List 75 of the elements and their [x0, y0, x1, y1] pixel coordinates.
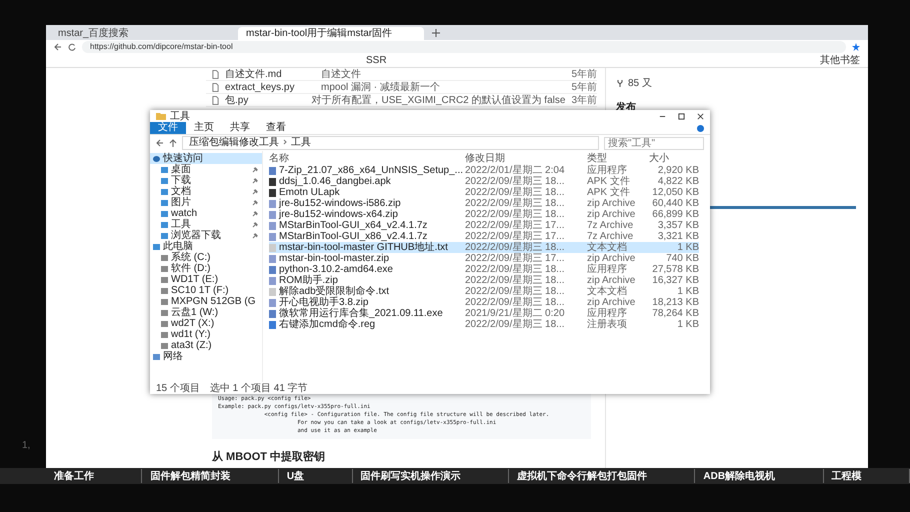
nav-item[interactable]: SC10 1T (F:) — [150, 285, 262, 296]
nav-item[interactable]: wd2T (X:) — [150, 318, 262, 329]
search-field[interactable]: 搜索"工具" — [604, 136, 704, 150]
browser-tab[interactable]: mstar-bin-tool用于编辑mstar固件 — [238, 27, 424, 40]
nav-item[interactable]: 下载 — [150, 175, 262, 186]
nav-item[interactable]: ata3t (Z:) — [150, 340, 262, 351]
file-row[interactable]: jre-8u152-windows-x64.zip 2022/2/09/星期三 18... zip Archive 66,899 KB — [269, 209, 699, 220]
nav-item[interactable]: 云盘1 (W:) — [150, 307, 262, 318]
nav-item[interactable]: wd1t (Y:) — [150, 329, 262, 340]
nav-item[interactable]: watch — [150, 208, 262, 219]
file-row[interactable]: 7-Zip_21.07_x86_x64_UnNSIS_Setup_... 2022/2/01/星期二 2:04 应用程序 2,920 KB — [269, 165, 699, 176]
maximize-icon[interactable] — [678, 112, 685, 120]
file-row[interactable]: 解除adb受限限制命令.txt 2022/2/09/星期三 18... 文本文档 1 KB — [269, 286, 699, 297]
ribbon-tab[interactable]: 查看 — [258, 122, 294, 134]
file-row[interactable]: mstar-bin-tool-master GITHUB地址.txt 2022/2/09/星期三 18... 文本文档 1 KB — [269, 242, 699, 253]
window-title: 工具 — [170, 110, 190, 122]
file-link[interactable]: extract_keys.py — [225, 82, 315, 92]
commit-message[interactable]: 自述文件 — [321, 67, 566, 81]
nav-item[interactable]: WD1T (E:) — [150, 274, 262, 285]
file-row[interactable]: 微软常用运行库合集_2021.09.11.exe 2021/9/21/星期二 0:20 应用程序 78,264 KB — [269, 308, 699, 319]
file-row[interactable]: ddsj_1.0.46_dangbei.apk 2022/2/09/星期三 18... APK 文件 4,822 KB — [269, 176, 699, 187]
commit-age: 5年前 — [571, 81, 597, 94]
bookmark[interactable]: SSR — [366, 54, 387, 66]
help-icon[interactable] — [697, 124, 704, 132]
column-header[interactable]: 名称 — [269, 151, 465, 165]
viewer-count: 1, — [22, 440, 30, 451]
file-menu-button[interactable]: 文件 — [150, 122, 186, 134]
column-header[interactable]: 类型 — [587, 151, 649, 165]
up-arrow-icon[interactable] — [169, 139, 177, 147]
star-icon[interactable] — [852, 43, 860, 51]
column-header[interactable]: 大小 — [649, 151, 699, 165]
nav-item[interactable]: 网络 — [150, 351, 262, 362]
commit-message[interactable]: mpool 漏洞 · 减绩最新一个 — [321, 80, 566, 94]
file-row[interactable]: jre-8u152-windows-i586.zip 2022/2/09/星期三 18... zip Archive 60,440 KB — [269, 198, 699, 209]
file-row[interactable]: ROM助手.zip 2022/2/09/星期三 18... zip Archive 16,327 KB — [269, 275, 699, 286]
file-row[interactable]: python-3.10.2-amd64.exe 2022/2/09/星期三 18... 应用程序 27,578 KB — [269, 264, 699, 275]
close-icon[interactable] — [697, 112, 704, 120]
ribbon-tab[interactable]: 主页 — [186, 122, 222, 134]
ribbon-tab[interactable]: 共享 — [222, 122, 258, 134]
back-arrow-icon[interactable] — [156, 139, 164, 147]
file-row[interactable]: Emotn ULapk 2022/2/09/星期三 18... APK 文件 12,050 KB — [269, 187, 699, 198]
file-link[interactable]: 自述文件.md — [225, 67, 315, 81]
commit-message[interactable]: 对于所有配置，USE_XGIMI_CRC2 的默认值设置为 false — [312, 93, 566, 107]
bookmark-folder[interactable]: 其他书签 — [820, 54, 860, 66]
column-header[interactable]: 修改日期 — [465, 151, 587, 165]
commit-age: 5年前 — [571, 68, 597, 81]
file-row[interactable]: MStarBinTool-GUI_x64_v2.4.1.7z 2022/2/09/星期三 17... 7z Archive 3,357 KB — [269, 220, 699, 231]
file-row[interactable]: 开心电视助手3.8.zip 2022/2/09/星期三 18... zip Archive 18,213 KB — [269, 297, 699, 308]
item-count: 15 个项目 — [156, 382, 200, 395]
chevron-icon — [283, 139, 287, 145]
file-link[interactable]: 包.py — [225, 93, 306, 107]
back-arrow-icon[interactable] — [54, 43, 62, 51]
nav-item[interactable]: 软件 (D:) — [150, 263, 262, 274]
fork-count[interactable]: 85 又 — [628, 76, 652, 90]
new-tab-icon[interactable] — [432, 29, 440, 37]
file-row[interactable]: 右键添加cmd命令.reg 2022/2/09/星期三 18... 注册表项 1 KB — [269, 319, 699, 330]
commit-age: 3年前 — [571, 94, 597, 107]
file-row[interactable]: mstar-bin-tool-master.zip 2022/2/09/星期三 17... zip Archive 740 KB — [269, 253, 699, 264]
file-row[interactable]: MStarBinTool-GUI_x86_v2.4.1.7z 2022/2/09/星期三 17... 7z Archive 3,321 KB — [269, 231, 699, 242]
nav-item[interactable]: 图片 — [150, 197, 262, 208]
address-field[interactable]: 压缩包编辑修改工具 工具 — [182, 136, 599, 150]
nav-item[interactable]: 工具 — [150, 219, 262, 230]
reload-icon[interactable] — [68, 43, 76, 51]
fork-icon — [616, 79, 624, 87]
browser-tab[interactable]: mstar_百度搜索 — [50, 27, 236, 40]
address-bar[interactable]: https://github.com/dipcore/mstar-bin-tool — [82, 41, 846, 53]
nav-item[interactable]: 文档 — [150, 186, 262, 197]
nav-item[interactable]: 快速访问 — [150, 153, 262, 164]
nav-item[interactable]: 桌面 — [150, 164, 262, 175]
nav-item[interactable]: 系统 (C:) — [150, 252, 262, 263]
nav-item[interactable]: 此电脑 — [150, 241, 262, 252]
nav-item[interactable]: MXPGN 512GB (G — [150, 296, 262, 307]
folder-icon — [156, 112, 166, 120]
nav-item[interactable]: 浏览器下载 — [150, 230, 262, 241]
section-heading: 从 MBOOT 中提取密钥 — [212, 450, 326, 464]
